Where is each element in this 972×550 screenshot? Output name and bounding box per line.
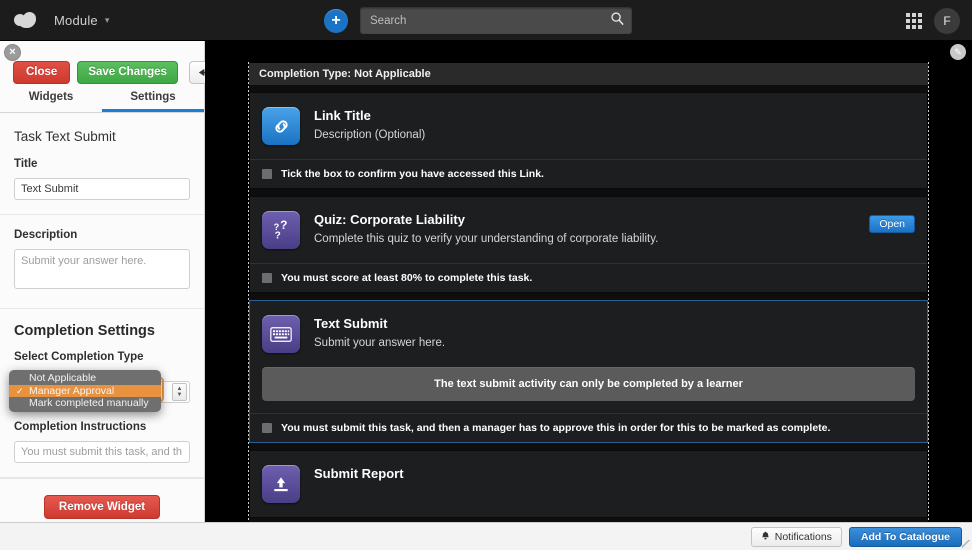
- dropdown-option-manager-approval[interactable]: Manager Approval: [9, 384, 161, 397]
- completion-settings-heading: Completion Settings: [14, 323, 155, 339]
- widget-header: Link Title Description (Optional): [250, 93, 927, 159]
- search-icon[interactable]: [610, 11, 625, 31]
- dropdown-option-mark-completed-manually[interactable]: Mark completed manually: [9, 397, 161, 410]
- module-canvas: Completion Type: Not Applicable Link Tit…: [249, 63, 928, 550]
- remove-widget-button[interactable]: Remove Widget: [43, 495, 161, 519]
- widget-title: Submit Report: [314, 466, 404, 481]
- apps-grid-icon[interactable]: [906, 12, 922, 29]
- avatar[interactable]: F: [934, 7, 960, 34]
- completion-type-label: Select Completion Type: [14, 351, 144, 363]
- description-field-block: Description: [0, 215, 204, 309]
- widget-text-group: Link Title Description (Optional): [314, 107, 425, 141]
- upload-icon: [262, 465, 300, 503]
- checkbox-icon[interactable]: [262, 169, 272, 179]
- title-input[interactable]: [14, 178, 190, 200]
- widget-footer-text: Tick the box to confirm you have accesse…: [281, 168, 544, 180]
- widget-footer-text: You must score at least 80% to complete …: [281, 272, 533, 284]
- widget-footer-text: You must submit this task, and then a ma…: [281, 422, 831, 434]
- widget-text-group: Text Submit Submit your answer here.: [314, 315, 445, 349]
- description-input[interactable]: [14, 249, 190, 289]
- preview-stage: Completion Type: Not Applicable Link Tit…: [205, 41, 972, 550]
- add-button[interactable]: +: [324, 8, 348, 33]
- completion-type-block: Select Completion Type: [0, 339, 204, 363]
- instructions-input[interactable]: [14, 441, 190, 463]
- widget-submit-report[interactable]: Submit Report: [249, 450, 928, 518]
- widget-quiz[interactable]: ??? Quiz: Corporate Liability Complete t…: [249, 196, 928, 293]
- app-logo-icon: [14, 10, 40, 30]
- instructions-label: Completion Instructions: [14, 421, 147, 433]
- widget-footer: Tick the box to confirm you have accesse…: [250, 159, 927, 188]
- notifications-label: Notifications: [774, 530, 832, 543]
- quiz-question-icon: ???: [262, 211, 300, 249]
- search-placeholder: Search: [370, 14, 407, 27]
- widget-title: Link Title: [314, 108, 371, 123]
- add-to-catalogue-button[interactable]: Add To Catalogue: [848, 526, 962, 547]
- widget-description: Submit your answer here.: [314, 337, 446, 349]
- bottom-action-bar: Notifications Add To Catalogue: [0, 522, 972, 550]
- close-button[interactable]: Close: [13, 60, 71, 84]
- widget-description: Complete this quiz to verify your unders…: [314, 233, 659, 245]
- close-overlay-button[interactable]: ×: [4, 44, 21, 61]
- instructions-field-block: Completion Instructions: [0, 403, 204, 478]
- dropdown-option-not-applicable[interactable]: Not Applicable: [9, 372, 161, 385]
- widget-notice: The text submit activity can only be com…: [262, 367, 915, 401]
- canvas-guide-right: [928, 62, 929, 550]
- app-root: Module ▾ + Search F × ✎ Close Save Chang…: [0, 0, 972, 550]
- checkbox-icon[interactable]: [262, 423, 272, 433]
- resize-grip[interactable]: [962, 540, 970, 548]
- settings-side-panel: Close Save Changes Widgets Settings Task…: [0, 41, 243, 550]
- widget-footer: You must score at least 80% to complete …: [250, 263, 927, 292]
- widget-title: Quiz: Corporate Liability: [314, 212, 465, 227]
- widget-text-submit[interactable]: Text Submit Submit your answer here. The…: [249, 300, 928, 443]
- tab-widgets[interactable]: Widgets: [0, 83, 102, 112]
- panel-title: Task Text Submit: [14, 129, 116, 144]
- keyboard-icon: [262, 315, 300, 353]
- nav-center-group: + Search: [324, 7, 632, 34]
- description-label: Description: [14, 229, 78, 241]
- title-label: Title: [14, 158, 38, 170]
- edit-pencil-icon[interactable]: ✎: [950, 44, 966, 60]
- panel-tabs: Widgets Settings: [0, 83, 204, 113]
- widget-footer: You must submit this task, and then a ma…: [250, 413, 927, 442]
- save-changes-button[interactable]: Save Changes: [77, 60, 178, 84]
- widget-description: Description (Optional): [314, 129, 426, 141]
- completion-type-banner: Completion Type: Not Applicable: [249, 63, 928, 85]
- bell-icon: [761, 531, 770, 543]
- title-field-block: Title: [0, 144, 204, 215]
- brand-area[interactable]: Module ▾: [0, 10, 109, 30]
- panel-toolbar: Close Save Changes: [0, 41, 243, 84]
- top-navigation-bar: Module ▾ + Search F: [0, 0, 972, 41]
- widget-header: Text Submit Submit your answer here.: [250, 301, 927, 367]
- link-icon: [262, 107, 300, 145]
- search-input[interactable]: Search: [360, 7, 632, 34]
- svg-text:?: ?: [280, 219, 287, 232]
- widget-header: Submit Report: [250, 451, 927, 517]
- chevron-down-icon[interactable]: ▾: [105, 15, 110, 25]
- nav-right-group: F: [906, 0, 960, 41]
- module-menu-label[interactable]: Module: [54, 13, 98, 28]
- widget-title: Text Submit: [314, 316, 388, 331]
- open-button[interactable]: Open: [869, 215, 915, 233]
- widget-text-group: Quiz: Corporate Liability Complete this …: [314, 211, 658, 245]
- widget-header: ??? Quiz: Corporate Liability Complete t…: [250, 197, 927, 263]
- completion-type-dropdown[interactable]: Not Applicable Manager Approval Mark com…: [9, 370, 161, 412]
- tab-settings[interactable]: Settings: [102, 83, 204, 112]
- widget-text-group: Submit Report: [314, 465, 404, 487]
- select-stepper-icon[interactable]: ▲ ▼: [172, 383, 187, 401]
- notifications-button[interactable]: Notifications: [750, 526, 842, 547]
- checkbox-icon[interactable]: [262, 273, 272, 283]
- widget-link[interactable]: Link Title Description (Optional) Tick t…: [249, 92, 928, 189]
- svg-text:?: ?: [275, 230, 281, 241]
